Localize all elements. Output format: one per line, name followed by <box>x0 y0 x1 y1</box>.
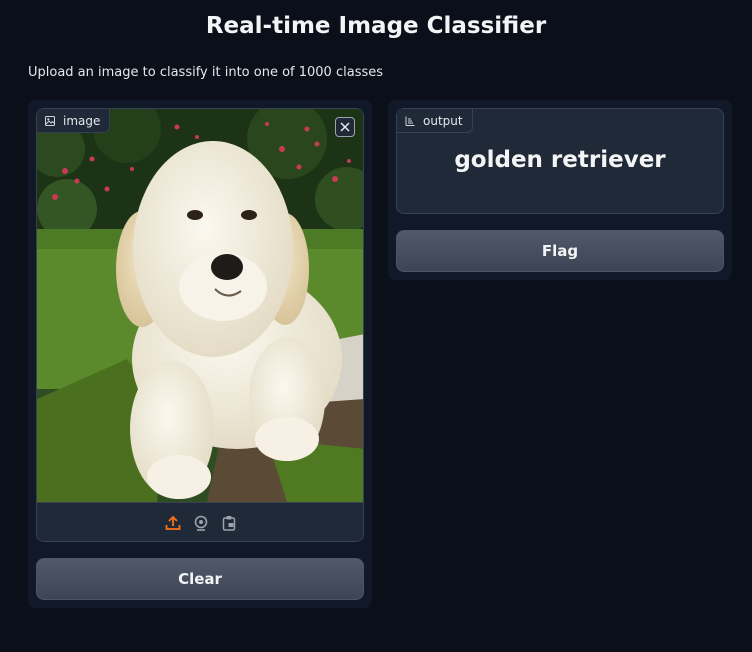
prediction-text: golden retriever <box>454 147 666 173</box>
remove-image-button[interactable] <box>335 117 355 137</box>
upload-icon <box>165 515 181 530</box>
image-label-text: image <box>63 113 101 128</box>
close-icon <box>340 122 350 132</box>
webcam-source-button[interactable] <box>192 514 210 532</box>
source-selector <box>37 502 363 541</box>
image-label: image <box>37 109 111 133</box>
output-block: output golden retriever <box>396 108 724 214</box>
app-description: Upload an image to classify it into one … <box>28 65 384 80</box>
webcam-icon <box>194 515 208 531</box>
label-icon <box>405 116 415 126</box>
clipboard-icon <box>222 515 236 531</box>
clipboard-source-button[interactable] <box>220 514 238 532</box>
puppy-photo <box>37 109 363 502</box>
clear-button[interactable]: Clear <box>36 558 364 600</box>
image-upload-block[interactable]: image <box>36 108 364 542</box>
image-icon <box>45 115 55 126</box>
upload-source-button[interactable] <box>164 514 182 532</box>
output-column: output golden retriever Flag <box>388 100 732 280</box>
output-label-text: output <box>423 113 463 128</box>
output-label: output <box>397 109 473 133</box>
input-column: image Clear <box>28 100 372 608</box>
flag-button[interactable]: Flag <box>396 230 724 272</box>
app-title: Real-time Image Classifier <box>205 13 547 39</box>
